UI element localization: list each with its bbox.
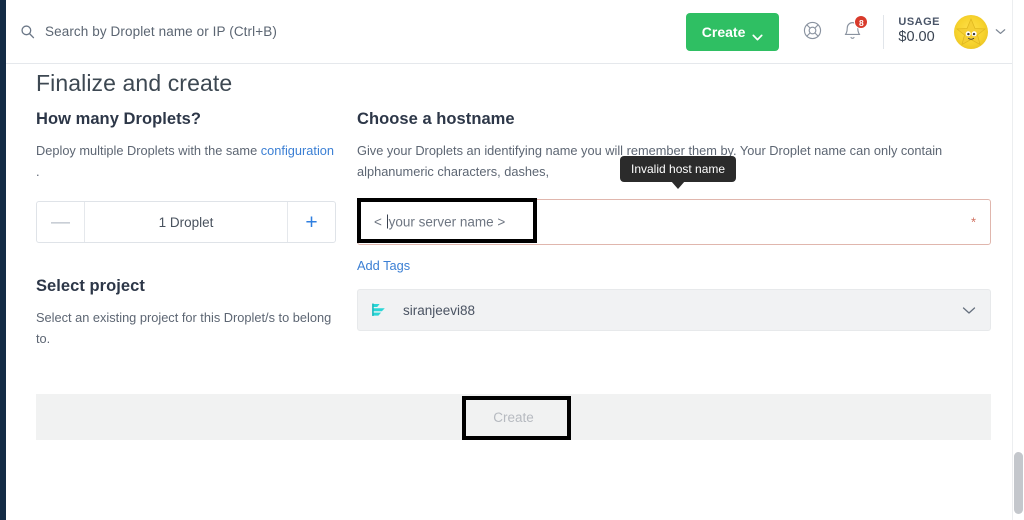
invalid-hostname-tooltip: Invalid host name — [620, 156, 737, 190]
droplet-count-section: How many Droplets? Deploy multiple Dropl… — [36, 110, 336, 244]
hostname-input[interactable]: < your server name > * Invalid host name — [357, 156, 991, 246]
hostname-placeholder: < your server name > — [374, 214, 506, 230]
add-tags-link[interactable]: Add Tags — [357, 258, 410, 273]
droplet-desc-text-1: Deploy multiple Droplets with the same — [36, 143, 261, 158]
hostname-placeholder-prefix: < — [374, 214, 386, 230]
header-divider — [883, 14, 885, 49]
usage-amount: $0.00 — [898, 29, 935, 46]
page-scrollbar[interactable] — [1012, 0, 1024, 520]
help-button[interactable] — [795, 15, 829, 49]
avatar[interactable] — [954, 14, 988, 49]
select-project-heading: Select project — [36, 277, 145, 296]
droplet-quantity-stepper[interactable]: — 1 Droplet + — [36, 201, 336, 244]
create-button[interactable]: Create — [685, 12, 780, 51]
page-body: Finalize and create How many Droplets? D… — [6, 64, 1012, 520]
hostname-heading: Choose a hostname — [357, 110, 515, 128]
project-dropdown-value: siranjeevi88 — [403, 302, 476, 318]
avatar-chevron-down-icon[interactable] — [995, 28, 1006, 35]
right-column: Choose a hostname Give your Droplets an … — [357, 110, 991, 332]
required-field-marker: * — [970, 214, 976, 230]
lifebuoy-icon — [802, 20, 823, 44]
project-folder-icon — [372, 303, 391, 318]
configuration-link[interactable]: configuration — [261, 143, 334, 158]
header-actions: Create 8 USAGE $0.00 — [685, 12, 1012, 51]
select-project-section: Select project Select an existing projec… — [36, 277, 336, 349]
droplet-count-heading: How many Droplets? — [36, 110, 202, 128]
project-dropdown[interactable]: siranjeevi88 — [357, 289, 991, 332]
page-title: Finalize and create — [36, 70, 233, 96]
droplet-quantity-value: 1 Droplet — [158, 214, 214, 230]
droplet-desc-text-2: . — [36, 163, 40, 179]
text-cursor — [386, 214, 388, 229]
increment-button[interactable]: + — [287, 202, 335, 243]
top-header: Create — [6, 0, 1012, 64]
digitalocean-create-droplet-page: Create — [0, 0, 1024, 520]
notification-badge: 8 — [854, 14, 869, 29]
notifications-button[interactable]: 8 — [835, 14, 869, 49]
create-button-label: Create — [701, 23, 746, 40]
search-input[interactable] — [45, 24, 465, 39]
footer-action-bar: Create — [36, 394, 991, 440]
left-column: How many Droplets? Deploy multiple Dropl… — [36, 110, 336, 350]
search-bar[interactable] — [20, 0, 686, 63]
droplet-count-description: Deploy multiple Droplets with the same c… — [36, 141, 336, 182]
scrollbar-thumb[interactable] — [1014, 452, 1023, 514]
project-chevron-down-icon — [962, 306, 976, 315]
usage-label: USAGE — [898, 16, 940, 29]
select-project-description: Select an existing project for this Drop… — [36, 310, 332, 347]
hostname-placeholder-suffix: your server name > — [388, 214, 506, 230]
decrement-button[interactable]: — — [37, 202, 85, 243]
submit-create-button[interactable]: Create — [463, 402, 564, 433]
usage-display: USAGE $0.00 — [898, 16, 940, 46]
search-icon — [20, 24, 35, 39]
chevron-down-icon — [752, 28, 763, 41]
